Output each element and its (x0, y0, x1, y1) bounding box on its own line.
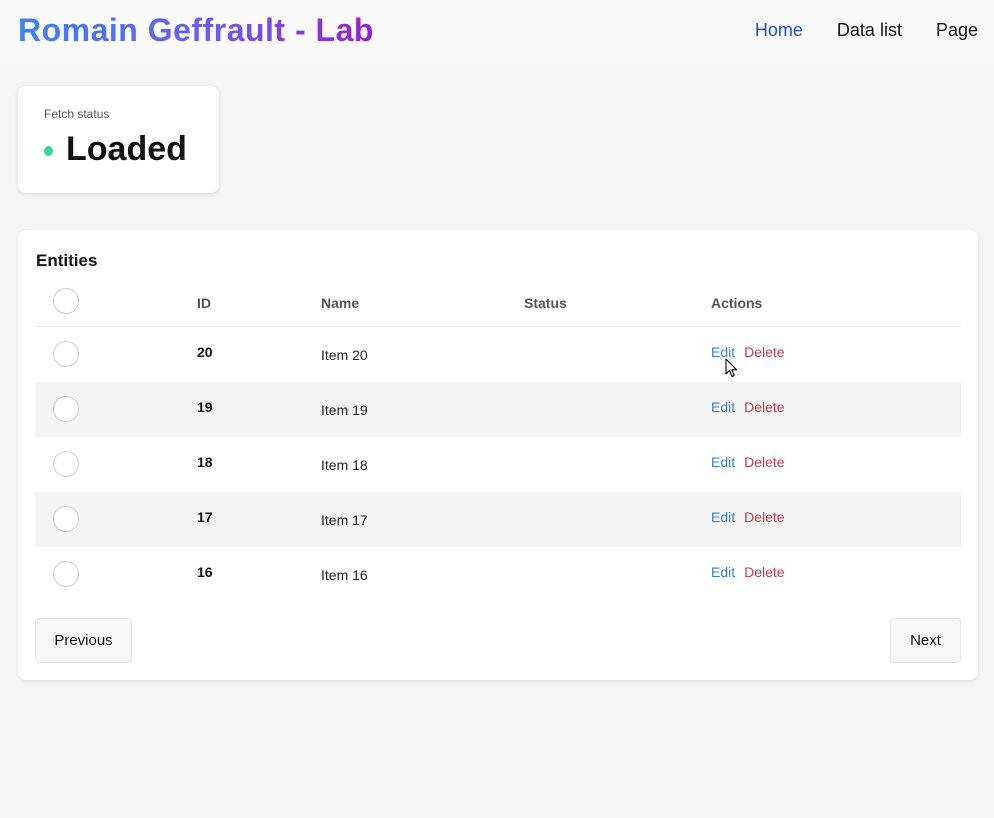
row-select-checkbox[interactable] (53, 506, 79, 532)
nav-page-link[interactable]: Page (936, 20, 978, 41)
edit-link[interactable]: Edit (711, 509, 735, 525)
nav-data-list-link[interactable]: Data list (837, 20, 902, 41)
row-actions: Edit Delete (711, 399, 785, 415)
row-id: 17 (197, 509, 213, 525)
edit-link[interactable]: Edit (711, 564, 735, 580)
row-id: 16 (197, 564, 213, 580)
main-nav: Home Data list Page (755, 20, 978, 41)
table-header-row: ID Name Status Actions (35, 277, 961, 327)
row-actions: Edit Delete (711, 509, 785, 525)
row-select-checkbox[interactable] (53, 561, 79, 587)
delete-link[interactable]: Delete (744, 509, 784, 525)
edit-link[interactable]: Edit (711, 454, 735, 470)
column-header-status: Status (524, 295, 567, 311)
row-name: Item 17 (321, 512, 368, 528)
fetch-status-label: Fetch status (44, 107, 110, 121)
table-row: 17 Item 17 Edit Delete (35, 492, 961, 547)
edit-link[interactable]: Edit (711, 399, 735, 415)
row-name: Item 16 (321, 567, 368, 583)
row-select-checkbox[interactable] (53, 451, 79, 477)
next-page-button[interactable]: Next (890, 618, 961, 663)
row-select-checkbox[interactable] (53, 396, 79, 422)
top-navbar: Romain Geffrault - Lab Home Data list Pa… (0, 0, 994, 64)
fetch-status-value: Loaded (66, 130, 187, 168)
row-actions: Edit Delete (711, 344, 785, 360)
delete-link[interactable]: Delete (744, 399, 784, 415)
mouse-pointer-icon (725, 358, 738, 378)
nav-home-link[interactable]: Home (755, 20, 803, 41)
status-indicator-dot (44, 146, 53, 156)
row-name: Item 18 (321, 457, 368, 473)
row-actions: Edit Delete (711, 454, 785, 470)
row-name: Item 19 (321, 402, 368, 418)
table-row: 18 Item 18 Edit Delete (35, 437, 961, 492)
column-header-actions: Actions (711, 295, 763, 311)
table-row: 16 Item 16 Edit Delete (35, 547, 961, 602)
column-header-name: Name (321, 295, 360, 311)
delete-link[interactable]: Delete (744, 454, 784, 470)
select-all-checkbox[interactable] (53, 288, 79, 314)
table-row: 20 Item 20 Edit Delete (35, 327, 961, 382)
row-id: 19 (197, 399, 213, 415)
table-row: 19 Item 19 Edit Delete (35, 382, 961, 437)
entities-table: ID Name Status Actions 20 Item 20 Edit D… (35, 277, 961, 602)
row-name: Item 20 (321, 347, 368, 363)
row-actions: Edit Delete (711, 564, 785, 580)
delete-link[interactable]: Delete (744, 344, 784, 360)
fetch-status-card: Fetch status Loaded (18, 86, 219, 193)
entities-title: Entities (36, 251, 98, 270)
brand-title[interactable]: Romain Geffrault - Lab (18, 12, 374, 49)
row-id: 18 (197, 454, 213, 470)
row-id: 20 (197, 344, 213, 360)
column-header-id: ID (197, 295, 211, 311)
previous-page-button[interactable]: Previous (35, 618, 132, 663)
entities-card: Entities ID Name Status Actions 20 Item … (18, 230, 978, 680)
delete-link[interactable]: Delete (744, 564, 784, 580)
row-select-checkbox[interactable] (53, 341, 79, 367)
